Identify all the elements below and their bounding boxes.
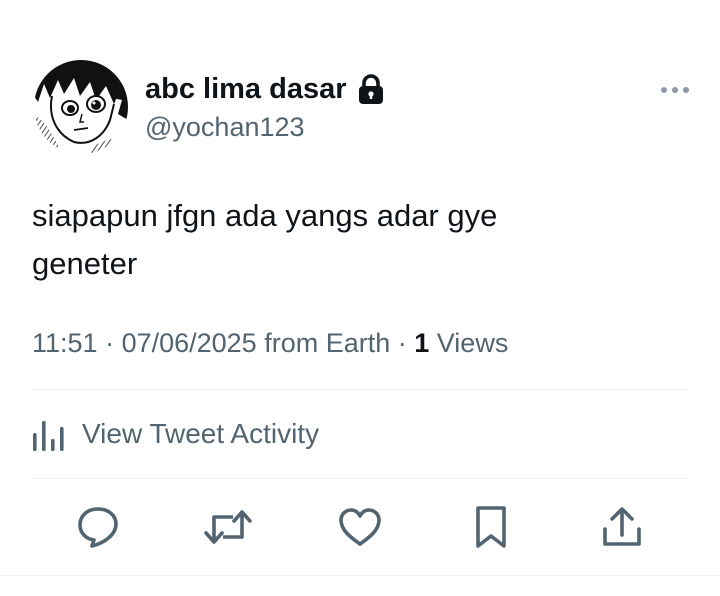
more-dots-icon	[661, 87, 689, 93]
display-name[interactable]: abc lima dasar	[145, 73, 347, 106]
more-options-button[interactable]	[656, 76, 694, 104]
view-tweet-activity-button[interactable]: View Tweet Activity	[32, 408, 319, 460]
divider	[32, 478, 688, 479]
tweet-text-line-2: geneter	[32, 246, 138, 281]
view-tweet-activity-label: View Tweet Activity	[82, 418, 320, 449]
meta-separator: ·	[97, 328, 122, 358]
like-button[interactable]	[335, 502, 385, 552]
heart-icon	[339, 508, 381, 546]
author-name-row: abc lima dasar	[145, 69, 385, 109]
reply-button[interactable]	[73, 502, 123, 552]
retweet-icon	[204, 510, 252, 544]
tweet-time[interactable]: 11:51	[32, 328, 98, 358]
tweet-text: siapapun jfgn ada yangs adar gye geneter	[32, 192, 632, 288]
tweet-meta: 11:51 · 07/06/2025 from Earth · 1 Views	[32, 328, 508, 359]
bottom-divider	[0, 575, 720, 576]
reply-icon	[78, 507, 118, 548]
lock-icon	[357, 73, 385, 105]
avatar-image	[34, 60, 128, 154]
share-icon	[603, 507, 641, 546]
share-button[interactable]	[597, 502, 647, 552]
tweet-date[interactable]: 07/06/2025	[122, 328, 257, 358]
bookmark-icon	[476, 506, 506, 548]
views-label: Views	[429, 328, 509, 358]
analytics-bars-icon	[32, 415, 66, 453]
tweet-text-line-1: siapapun jfgn ada yangs adar gye	[32, 198, 498, 233]
author-handle[interactable]: @yochan123	[145, 112, 305, 143]
bookmark-button[interactable]	[466, 502, 516, 552]
tweet-source: from Earth	[256, 328, 391, 358]
retweet-button[interactable]	[203, 502, 253, 552]
meta-separator: ·	[390, 328, 415, 358]
avatar[interactable]	[34, 60, 128, 154]
divider	[32, 389, 688, 390]
views-count: 1	[414, 328, 430, 358]
